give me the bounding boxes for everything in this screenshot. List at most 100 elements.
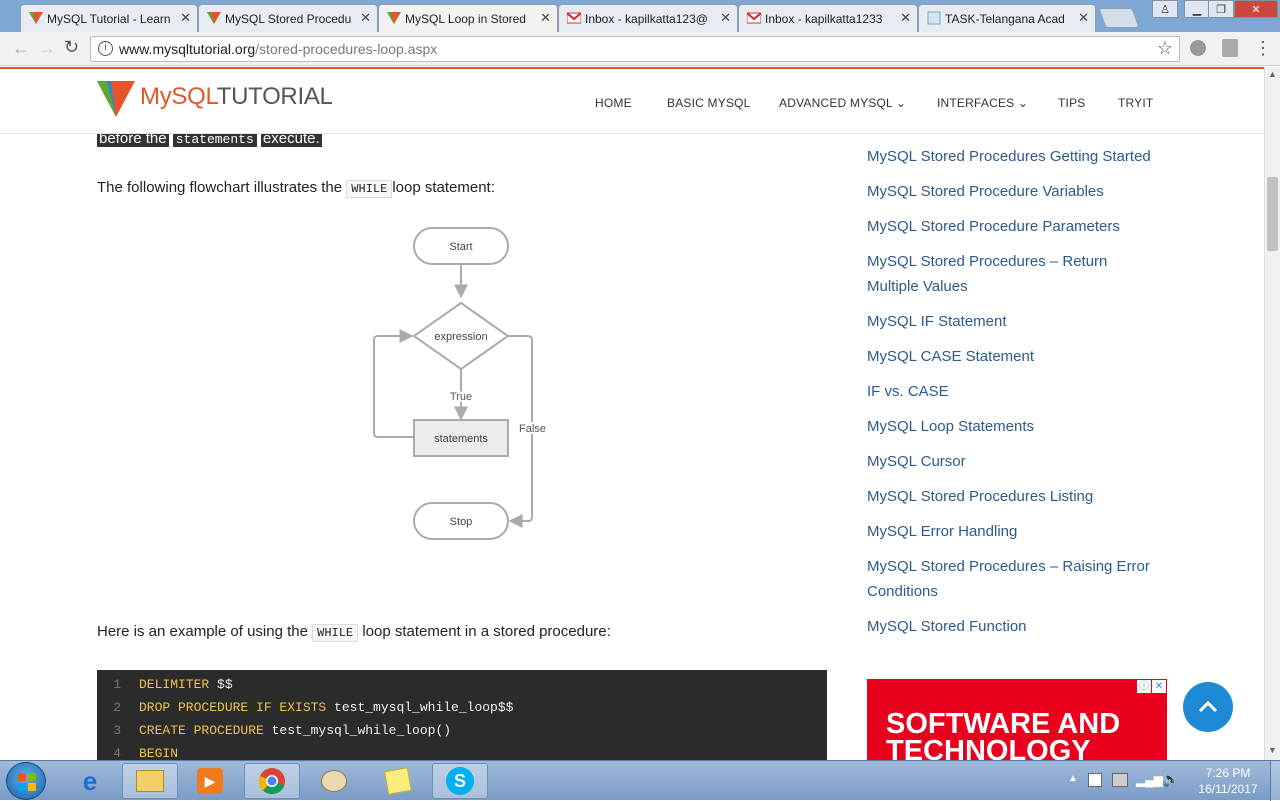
action-center-flag-icon[interactable] [1088, 773, 1102, 787]
sidebar-link[interactable]: MySQL Stored Procedure Variables [867, 179, 1167, 204]
close-tab-icon[interactable]: ✕ [900, 10, 911, 26]
browser-tab[interactable]: MySQL Tutorial - Learn ✕ [20, 4, 198, 32]
extension-icon[interactable] [1190, 40, 1206, 56]
address-bar[interactable]: i www.mysqltutorial.org/stored-procedure… [90, 36, 1180, 62]
web-page: MySQLTUTORIAL HOME BASIC MYSQL ADVANCED … [0, 67, 1264, 760]
system-clock[interactable]: 7:26 PM 16/11/2017 [1190, 765, 1266, 797]
start-orb[interactable] [6, 762, 46, 800]
pdf-extension-icon[interactable] [1222, 39, 1238, 57]
sidebar-link[interactable]: MySQL Stored Procedures Getting Started [867, 144, 1167, 169]
flowchart-stop-label: Stop [450, 516, 473, 528]
sidebar-link[interactable]: MySQL Stored Procedure Parameters [867, 214, 1167, 239]
nav-advanced-mysql[interactable]: ADVANCED MYSQL ⌄ [779, 96, 906, 110]
mysqltutorial-logo-icon[interactable] [97, 81, 135, 117]
inline-code: statements [172, 132, 257, 147]
paragraph-text: loop statement in a stored procedure: [362, 623, 611, 640]
nav-interfaces[interactable]: INTERFACES ⌄ [937, 96, 1028, 110]
nav-basic-mysql[interactable]: BASIC MYSQL [667, 96, 751, 110]
sidebar-link[interactable]: IF vs. CASE [867, 379, 1167, 404]
sidebar-link-line: MySQL Stored Procedures – Return [867, 253, 1108, 270]
flowchart-true-label: True [450, 391, 472, 403]
signal-bars-icon[interactable]: ▂▄▆ [1136, 773, 1163, 787]
restore-button[interactable]: ❐ [1208, 0, 1234, 18]
paint-icon[interactable] [306, 763, 362, 799]
close-tab-icon[interactable]: ✕ [1078, 10, 1089, 26]
sidebar-link[interactable]: MySQL Stored Procedures Listing [867, 484, 1167, 509]
close-tab-icon[interactable]: ✕ [540, 10, 551, 26]
paragraph-text: loop statement: [392, 179, 495, 196]
close-ad-icon[interactable]: ✕ [1152, 680, 1166, 693]
volume-icon[interactable]: 🔈 [1162, 771, 1179, 788]
close-tab-icon[interactable]: ✕ [720, 10, 731, 26]
sidebar-link-line: Multiple Values [867, 278, 968, 295]
code-line: 4 BEGIN [97, 742, 827, 760]
browser-tab-active[interactable]: MySQL Loop in Stored ✕ [378, 4, 558, 32]
while-loop-flowchart: Start expression True statements False S… [373, 227, 548, 540]
show-desktop-button[interactable] [1270, 761, 1280, 801]
browser-tab-strip: MySQL Tutorial - Learn ✕ MySQL Stored Pr… [0, 0, 1280, 32]
back-icon[interactable]: ← [12, 38, 30, 59]
network-icon[interactable] [1112, 773, 1128, 787]
reload-icon[interactable]: ↻ [64, 37, 79, 58]
nav-tips[interactable]: TIPS [1058, 96, 1085, 110]
sticky-notes-icon[interactable] [370, 763, 426, 799]
url-host: www.mysqltutorial.org [119, 41, 256, 57]
inline-code: WHILE [312, 624, 359, 642]
sidebar-link[interactable]: MySQL Stored Procedures – Return Multiple… [867, 249, 1167, 299]
sidebar-link[interactable]: MySQL Stored Function [867, 614, 1167, 639]
url-path: /stored-procedures-loop.aspx [255, 41, 438, 57]
browser-tab[interactable]: Inbox - kapilkatta123@ ✕ [558, 4, 738, 32]
scrollbar-thumb[interactable] [1267, 177, 1278, 251]
inline-code: WHILE [346, 180, 393, 198]
site-logo[interactable]: MySQLTUTORIAL [140, 83, 333, 111]
sidebar-link[interactable]: MySQL Error Handling [867, 519, 1167, 544]
bookmark-star-icon[interactable]: ☆ [1157, 38, 1173, 59]
gmail-favicon [747, 12, 761, 24]
browser-tab[interactable]: TASK-Telangana Acad ✕ [918, 4, 1096, 32]
media-player-icon[interactable]: ▶ [182, 763, 238, 799]
mysqltutorial-favicon [207, 12, 221, 24]
flowchart-expression-label: expression [434, 331, 487, 343]
sidebar-link[interactable]: MySQL Stored Procedures – Raising Error C… [867, 554, 1167, 604]
sidebar-link[interactable]: MySQL Loop Statements [867, 414, 1167, 439]
close-tab-icon[interactable]: ✕ [360, 10, 371, 26]
nav-home[interactable]: HOME [595, 96, 632, 110]
flowchart-false-label: False [519, 423, 546, 435]
scroll-down-arrow-icon[interactable]: ▼ [1268, 745, 1277, 755]
close-tab-icon[interactable]: ✕ [180, 10, 191, 26]
menu-icon[interactable]: ⋮ [1254, 38, 1272, 59]
file-explorer-icon[interactable] [122, 763, 178, 799]
skype-icon[interactable]: S [432, 763, 488, 799]
tab-label: Inbox - kapilkatta1233 [765, 11, 883, 26]
code-text: test_mysql_while_loop$$ [326, 700, 514, 715]
nav-advanced-mysql-label: ADVANCED MYSQL [779, 96, 893, 110]
user-profile-icon[interactable]: ♙ [1152, 0, 1178, 18]
scroll-up-arrow-icon[interactable]: ▲ [1268, 69, 1277, 79]
tab-label: TASK-Telangana Acad [945, 11, 1065, 26]
sidebar-link[interactable]: MySQL IF Statement [867, 309, 1167, 334]
forward-icon[interactable]: → [38, 38, 56, 59]
show-hidden-icons[interactable]: ▲ [1068, 773, 1078, 784]
close-window-button[interactable]: ✕ [1234, 0, 1278, 18]
info-icon[interactable]: i [98, 41, 113, 56]
internet-explorer-icon[interactable]: e [62, 763, 118, 799]
sidebar-link[interactable]: MySQL Cursor [867, 449, 1167, 474]
nav-tryit[interactable]: TRYIT [1118, 96, 1153, 110]
new-tab-button[interactable] [1098, 8, 1140, 28]
browser-toolbar: ← → ↻ i www.mysqltutorial.org/stored-pro… [0, 32, 1280, 66]
chrome-icon[interactable] [244, 763, 300, 799]
chevron-down-icon: ⌄ [896, 96, 907, 110]
adchoices-icon[interactable]: ⓘ [1137, 680, 1151, 693]
line-number: 3 [113, 723, 121, 738]
chrome-logo-icon [258, 768, 285, 795]
sidebar-link[interactable]: MySQL CASE Statement [867, 344, 1167, 369]
vertical-scrollbar[interactable]: ▲ ▼ [1264, 67, 1280, 760]
browser-tab[interactable]: Inbox - kapilkatta1233 ✕ [738, 4, 918, 32]
browser-tab[interactable]: MySQL Stored Procedu ✕ [198, 4, 378, 32]
nav-interfaces-label: INTERFACES [937, 96, 1015, 110]
gmail-favicon [567, 12, 581, 24]
minimize-button[interactable]: ▁ [1184, 0, 1210, 18]
advertisement[interactable]: SOFTWARE AND TECHNOLOGY ⓘ ✕ [867, 679, 1167, 760]
scroll-to-top-button[interactable] [1183, 682, 1233, 732]
logo-tutorial: TUTORIAL [216, 83, 333, 110]
